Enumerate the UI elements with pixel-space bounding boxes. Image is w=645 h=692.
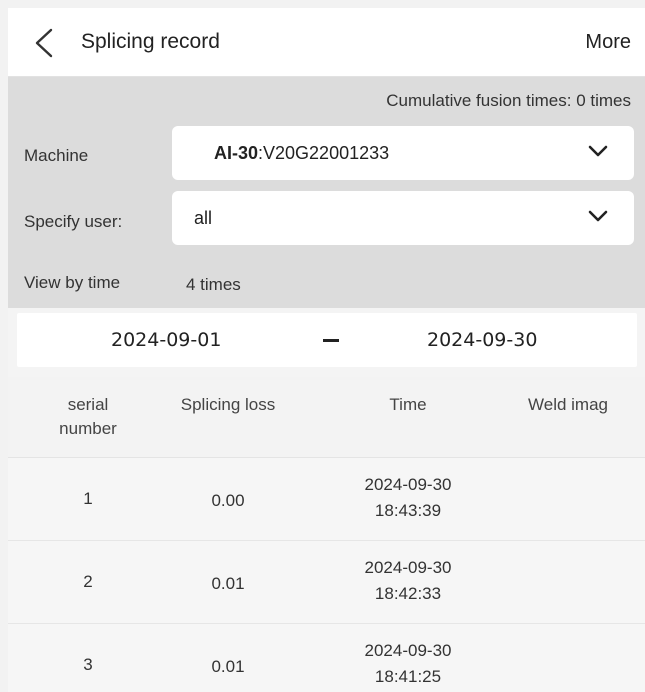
cell-time: 2024-09-30 18:43:39: [338, 472, 478, 524]
machine-model: AI-30: [214, 143, 259, 163]
end-date[interactable]: 2024-09-30: [427, 329, 537, 351]
header-serial-line2: number: [59, 419, 117, 438]
cell-date: 2024-09-30: [364, 641, 452, 660]
page-title: Splicing record: [81, 30, 220, 53]
cell-time: 2024-09-30 18:41:25: [338, 638, 478, 690]
header-splicing-loss: Splicing loss: [180, 395, 276, 414]
cell-serial: 1: [83, 489, 93, 508]
user-value: all: [194, 208, 213, 228]
chevron-down-icon: [588, 210, 608, 222]
table-row[interactable]: 3 0.01 2024-09-30 18:41:25: [8, 624, 645, 692]
records-table: serial number Splicing loss Time Weld im…: [8, 377, 645, 692]
machine-value: AI-30:V20G22001233: [214, 143, 389, 164]
cell-serial: 3: [83, 655, 93, 674]
filter-panel: Cumulative fusion times: 0 times Machine…: [8, 77, 645, 308]
cell-clock: 18:41:25: [374, 667, 442, 686]
chevron-left-icon: [35, 28, 53, 58]
view-by-time-label: View by time: [24, 273, 121, 292]
header-weld-image: Weld imag: [528, 395, 608, 414]
cell-clock: 18:43:39: [374, 501, 442, 520]
top-bar: Splicing record More: [8, 8, 645, 77]
user-label: Specify user:: [24, 212, 123, 231]
cumulative-fusion-count: Cumulative fusion times: 0 times: [386, 91, 631, 111]
app-screen: Splicing record More Cumulative fusion t…: [8, 8, 645, 692]
user-select[interactable]: all: [172, 191, 634, 245]
cell-serial: 2: [83, 572, 93, 591]
range-dash: [323, 339, 339, 342]
header-serial-number: serial number: [38, 393, 138, 441]
table-row[interactable]: 1 0.00 2024-09-30 18:43:39: [8, 458, 645, 541]
view-count: 4 times: [186, 275, 241, 294]
header-time: Time: [389, 395, 427, 414]
more-button[interactable]: More: [585, 31, 631, 54]
cell-date: 2024-09-30: [364, 475, 452, 494]
start-date[interactable]: 2024-09-01: [111, 329, 221, 351]
table-header: serial number Splicing loss Time Weld im…: [8, 377, 645, 458]
cumulative-label: Cumulative fusion times:: [386, 91, 572, 110]
cell-date: 2024-09-30: [364, 558, 452, 577]
machine-serial: :V20G22001233: [258, 143, 390, 163]
cumulative-value: 0 times: [576, 91, 631, 110]
cell-loss: 0.01: [211, 657, 245, 676]
back-button[interactable]: [32, 28, 58, 58]
date-range-bar: 2024-09-01 2024-09-30: [17, 313, 637, 367]
table-row[interactable]: 2 0.01 2024-09-30 18:42:33: [8, 541, 645, 624]
cell-clock: 18:42:33: [374, 584, 442, 603]
machine-label: Machine: [24, 146, 89, 165]
header-serial-line1: serial: [67, 395, 109, 414]
machine-select[interactable]: AI-30:V20G22001233: [172, 126, 634, 180]
cell-loss: 0.01: [211, 574, 245, 593]
cell-time: 2024-09-30 18:42:33: [338, 555, 478, 607]
chevron-down-icon: [588, 145, 608, 157]
cell-loss: 0.00: [211, 491, 245, 510]
